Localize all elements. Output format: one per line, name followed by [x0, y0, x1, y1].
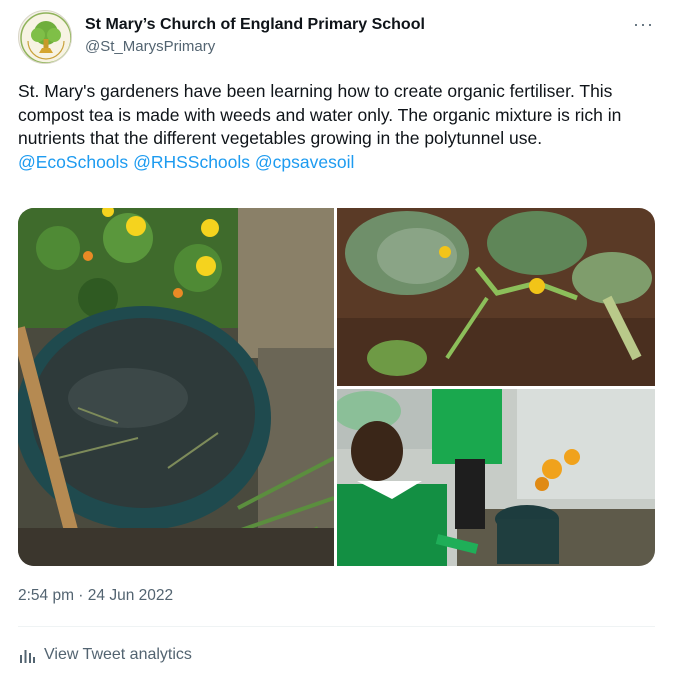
mention-link[interactable]: @RHSSchools: [133, 152, 250, 172]
mention-link[interactable]: @cpsavesoil: [255, 152, 354, 172]
author-handle[interactable]: @St_MarysPrimary: [85, 38, 215, 55]
tweet-body: St. Mary's gardeners have been learning …: [18, 80, 658, 174]
tweet-timestamp[interactable]: 2:54 pm · 24 Jun 2022: [18, 587, 173, 605]
compost-tub-image: [18, 208, 334, 566]
mention-link[interactable]: @EcoSchools: [18, 152, 128, 172]
divider: [18, 626, 655, 627]
photo-compost-tea-tub[interactable]: [18, 208, 334, 566]
avatar[interactable]: [18, 10, 72, 64]
analytics-bar-chart-icon: [20, 650, 35, 663]
school-logo-icon: [20, 12, 71, 63]
photo-courgette-plant[interactable]: [337, 208, 655, 386]
view-analytics-link[interactable]: View Tweet analytics: [18, 646, 192, 664]
photo-children-polytunnel[interactable]: [337, 389, 655, 566]
author-name[interactable]: St Mary’s Church of England Primary Scho…: [85, 16, 425, 34]
analytics-label: View Tweet analytics: [44, 646, 192, 663]
tweet-mentions: @EcoSchools @RHSSchools @cpsavesoil: [18, 151, 658, 175]
tweet-text: St. Mary's gardeners have been learning …: [18, 81, 622, 148]
tweet-media-grid: [18, 208, 655, 566]
children-polytunnel-image: [337, 389, 655, 566]
more-options-icon[interactable]: ···: [633, 14, 654, 35]
courgette-plant-image: [337, 208, 655, 386]
tweet-header: St Mary’s Church of England Primary Scho…: [18, 10, 658, 66]
